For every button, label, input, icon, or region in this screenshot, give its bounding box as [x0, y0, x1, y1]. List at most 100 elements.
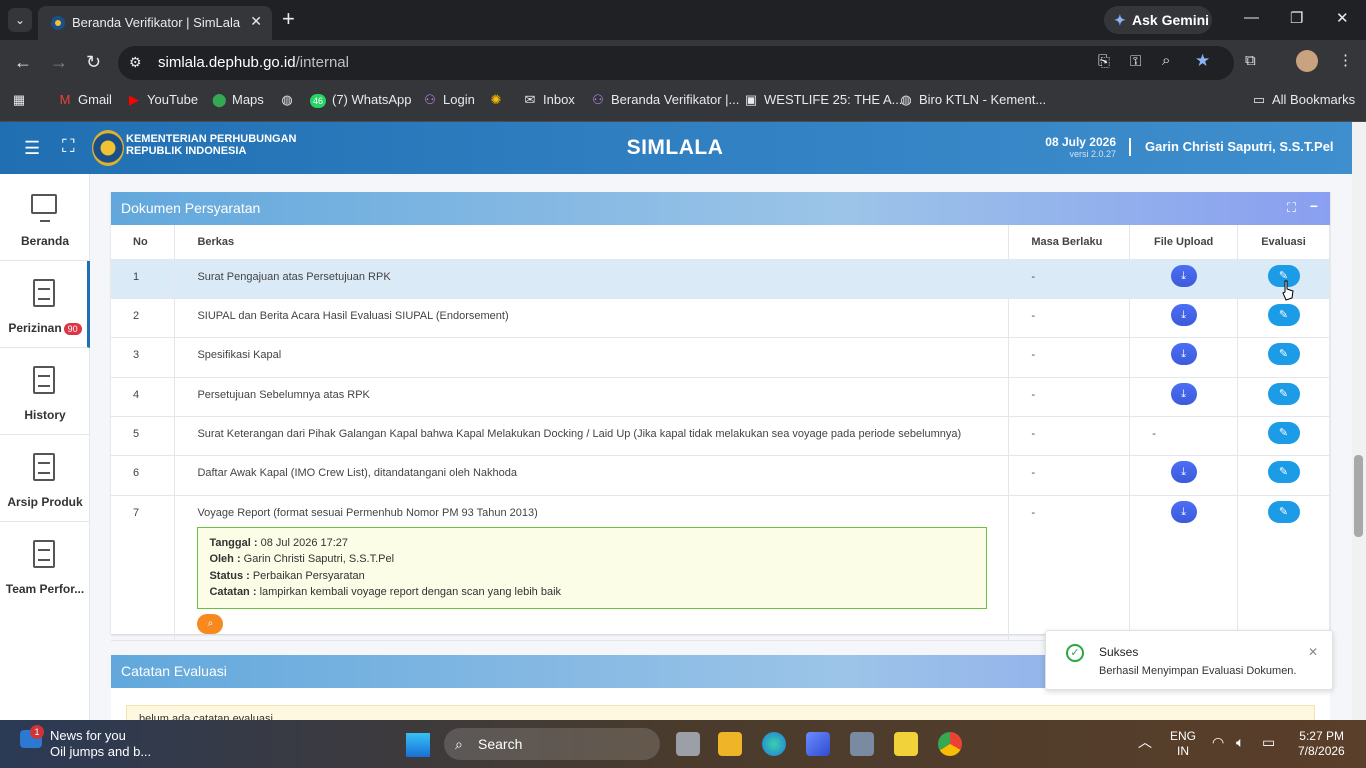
sidebar-item-team-performance[interactable]: Team Perfor...	[0, 522, 90, 609]
row-no: 3	[111, 337, 176, 378]
file-explorer-icon[interactable]	[718, 732, 742, 756]
sidebar-item-perizinan[interactable]: Perizinan 90	[0, 261, 90, 348]
bookmark-inbox[interactable]: ✉ Inbox	[523, 93, 575, 107]
download-button[interactable]: ⤓	[1170, 264, 1197, 287]
forward-icon[interactable]: →	[50, 52, 68, 72]
expand-icon[interactable]: ⛶	[1287, 200, 1296, 216]
table-row: 4 Persetujuan Sebelumnya atas RPK - ⤓ ✎	[111, 377, 1330, 418]
view-history-search-button[interactable]: ⌕	[197, 613, 224, 634]
new-tab-icon[interactable]: +	[282, 7, 295, 31]
sticky-notes-icon[interactable]	[894, 732, 918, 756]
document-icon	[33, 366, 55, 394]
row-berkas: Voyage Report (format sesuai Permenhub N…	[197, 506, 538, 519]
bookmark-star-icon[interactable]: ★	[1195, 51, 1210, 71]
collapse-icon[interactable]: −	[1310, 198, 1318, 214]
bookmark-westlife[interactable]: ▣ WESTLIFE 25: THE A...	[744, 93, 903, 107]
user-name[interactable]: Garin Christi Saputri, S.S.T.Pel	[1145, 139, 1334, 154]
row-masa: -	[1008, 495, 1131, 641]
fullscreen-icon[interactable]: ⛶	[62, 136, 75, 157]
bookmarks-bar: ▦ M Gmail ▶ YouTube ⬤ Maps ◍ 46 (7) WhatsApp…	[0, 86, 1366, 122]
download-button[interactable]: ⤓	[1170, 461, 1197, 484]
install-app-icon[interactable]: ⎘	[1098, 53, 1110, 70]
bookmark-gmail[interactable]: M Gmail	[58, 93, 112, 107]
bookmark-youtube[interactable]: ▶ YouTube	[127, 93, 198, 107]
download-button[interactable]: ⤓	[1170, 343, 1197, 366]
tab-close-icon[interactable]: ✕	[250, 13, 262, 30]
edit-evaluasi-button[interactable]: ✎	[1267, 303, 1300, 326]
bookmark-pinwheel[interactable]: ✺	[489, 93, 509, 107]
reload-icon[interactable]: ↻	[86, 52, 101, 72]
download-button[interactable]: ⤓	[1170, 382, 1197, 405]
hamburger-menu-icon[interactable]: ☰	[24, 138, 40, 159]
download-button[interactable]: ⤓	[1170, 303, 1197, 326]
card-title: Dokumen Persyaratan	[121, 200, 261, 216]
scrollbar-thumb[interactable]	[1354, 455, 1363, 537]
task-view-icon[interactable]	[676, 732, 700, 756]
back-icon[interactable]: ←	[14, 52, 32, 72]
note-status: Status : Perbaikan Persyaratan	[209, 569, 365, 582]
ask-gemini-button[interactable]: ✦ Ask Gemini	[1104, 6, 1212, 34]
row-no: 7	[111, 495, 176, 641]
toast-close-icon[interactable]: ✕	[1308, 645, 1318, 659]
password-key-icon[interactable]: ⚿	[1130, 53, 1141, 70]
language-indicator[interactable]: ENG IN	[1170, 729, 1196, 759]
clock[interactable]: 5:27 PM 7/8/2026	[1298, 729, 1345, 759]
chrome-icon[interactable]	[938, 732, 962, 756]
row-no: 2	[111, 298, 176, 339]
sidebar-item-history[interactable]: History	[0, 348, 90, 435]
edge-browser-icon[interactable]	[762, 732, 786, 756]
zoom-icon[interactable]: ⌕	[1162, 52, 1170, 69]
omnibox[interactable]: ⚙ simlala.dephub.go.id/internal	[118, 46, 1234, 80]
gemini-icon: ✦	[1114, 12, 1126, 28]
edit-evaluasi-button[interactable]: ✎	[1267, 461, 1300, 484]
apps-grid-icon[interactable]: ▦	[12, 93, 32, 107]
profile-avatar[interactable]	[1296, 50, 1318, 72]
browser-tab-bar: ⌄ Beranda Verifikator | SimLala ✕ + ✦ Ask…	[0, 0, 1366, 40]
battery-icon[interactable]: ▭	[1262, 735, 1275, 750]
row-masa: -	[1008, 416, 1131, 457]
site-info-icon[interactable]: ⚙	[129, 54, 142, 71]
note-tanggal: Tanggal : 08 Jul 2026 17:27	[209, 536, 349, 549]
copilot-icon[interactable]	[806, 732, 830, 756]
maximize-icon[interactable]: ❐	[1290, 9, 1303, 27]
check-circle-icon: ✓	[1066, 644, 1084, 662]
file-cell: ⤓	[1129, 298, 1239, 339]
extensions-icon[interactable]: ⧉	[1245, 52, 1256, 69]
header-separator	[1129, 138, 1131, 156]
volume-icon[interactable]: 🔈︎	[1236, 735, 1244, 750]
bookmark-maps[interactable]: ⬤ Maps	[212, 93, 264, 107]
ministry-logo	[92, 130, 124, 166]
mouse-pointer-icon	[1282, 280, 1294, 301]
download-button[interactable]: ⤓	[1170, 500, 1197, 523]
success-toast: ✓ Sukses Berhasil Menyimpan Evaluasi Dok…	[1045, 630, 1333, 690]
edit-evaluasi-button[interactable]: ✎	[1267, 422, 1300, 445]
bookmark-login[interactable]: ⚇ Login	[423, 93, 475, 107]
minimize-icon[interactable]: —	[1244, 9, 1259, 26]
tray-chevron-icon[interactable]: ︿	[1138, 735, 1152, 750]
camera-icon[interactable]	[850, 732, 874, 756]
col-file-upload: File Upload	[1129, 225, 1239, 260]
tab-search-dropdown[interactable]: ⌄	[8, 8, 32, 32]
document-icon	[33, 453, 55, 481]
edit-evaluasi-button[interactable]: ✎	[1267, 343, 1300, 366]
card-header: Dokumen Persyaratan ⛶ −	[111, 192, 1330, 225]
windows-taskbar: 1 News for you Oil jumps and b... ⌕ Search…	[0, 720, 1366, 768]
wifi-icon[interactable]: ◠	[1212, 735, 1224, 750]
windows-start-icon[interactable]	[406, 733, 430, 757]
bookmark-biro-ktln[interactable]: ◍ Biro KTLN - Kement...	[899, 93, 1046, 107]
edit-evaluasi-button[interactable]: ✎	[1267, 500, 1300, 523]
bookmark-whatsapp[interactable]: 46 (7) WhatsApp	[310, 93, 411, 108]
close-window-icon[interactable]: ✕	[1336, 9, 1349, 27]
taskbar-search[interactable]: ⌕ Search	[444, 728, 660, 760]
browser-menu-icon[interactable]: ⋮	[1338, 51, 1353, 69]
edit-evaluasi-button[interactable]: ✎	[1267, 382, 1300, 405]
globe-icon[interactable]: ◍	[280, 93, 300, 107]
active-tab[interactable]: Beranda Verifikator | SimLala ✕	[38, 6, 272, 40]
sidebar-item-beranda[interactable]: Beranda	[0, 174, 90, 261]
all-bookmarks[interactable]: ▭ All Bookmarks	[1252, 93, 1355, 107]
bookmark-beranda[interactable]: ⚇ Beranda Verifikator |...	[591, 93, 739, 107]
page-scrollbar[interactable]	[1352, 122, 1366, 720]
sidebar-item-arsip-produk[interactable]: Arsip Produk	[0, 435, 90, 522]
tab-title: Beranda Verifikator | SimLala	[72, 15, 241, 30]
evaluasi-cell: ✎	[1237, 455, 1330, 496]
